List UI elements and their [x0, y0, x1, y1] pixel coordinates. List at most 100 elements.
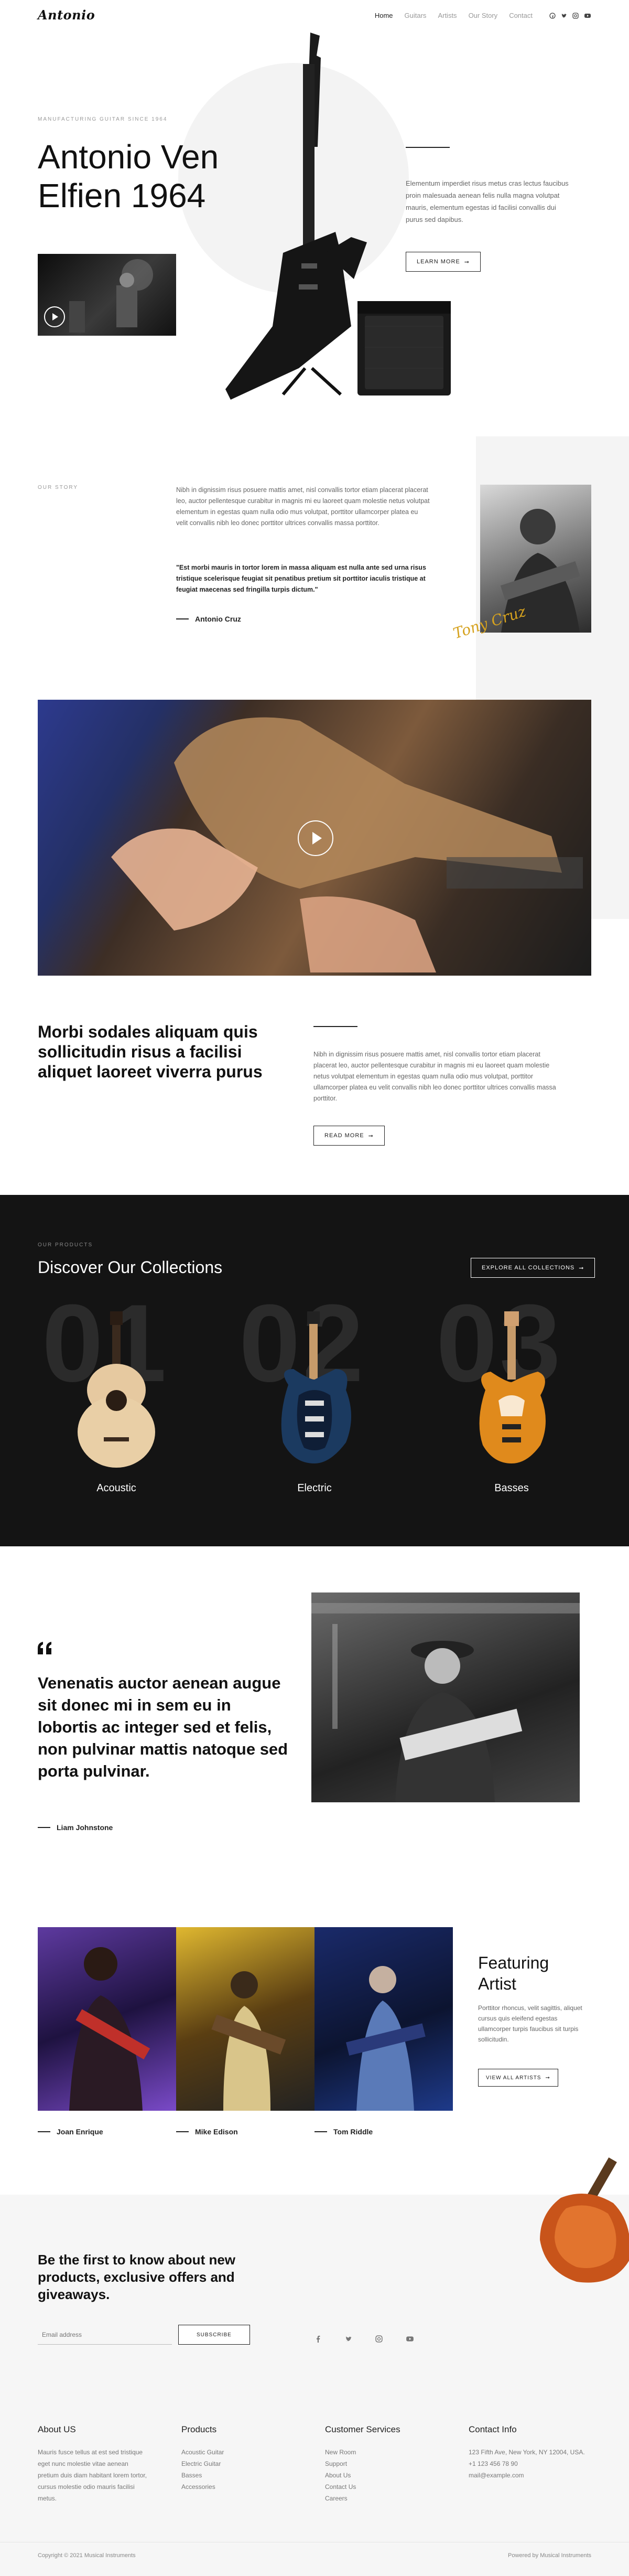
intro-divider [313, 1026, 357, 1027]
newsletter-title: Be the first to know about new products,… [38, 2252, 236, 2302]
hero-eyebrow: Manufacturing Guitar Since 1964 [38, 116, 168, 122]
read-more-label: Read More [324, 1132, 364, 1139]
explore-label: Explore All Collections [482, 1265, 575, 1271]
story-text: Nibh in dignissim risus posuere mattis a… [176, 486, 430, 527]
instagram-icon[interactable] [375, 2335, 383, 2343]
hero-title: Antonio Ven Elfien 1964 [38, 137, 219, 215]
footer-col-contact: Contact Info 123 Fifth Ave, New York, NY… [469, 2424, 589, 2481]
story-quote: "Est morbi mauris in tortor lorem in mas… [176, 564, 426, 593]
footer-contact-title: Contact Info [469, 2424, 517, 2434]
arrow-right-icon: ➞ [464, 259, 470, 265]
footer-phone[interactable]: +1 123 456 78 90 [469, 2458, 589, 2470]
footer-about-title: About US [38, 2424, 76, 2434]
footer-products-title: Products [181, 2424, 217, 2434]
featuring-title-line2: Artist [478, 1974, 516, 1993]
explore-collections-button[interactable]: Explore All Collections ➞ [471, 1258, 595, 1278]
footer-services-title: Customer Services [325, 2424, 400, 2434]
workshop-video[interactable] [38, 700, 591, 976]
main-nav: Home Guitars Artists Our Story Contact [375, 12, 591, 19]
artist-name-3[interactable]: Tom Riddle [314, 2128, 373, 2136]
arrow-right-icon: ➞ [545, 2075, 550, 2081]
artist-photo-joan-enrique[interactable] [38, 1927, 176, 2111]
hero-video-thumbnail[interactable] [38, 254, 176, 336]
header-social [549, 12, 591, 19]
footer-link[interactable]: Accessories [181, 2481, 224, 2493]
play-icon [52, 313, 58, 320]
featuring-text: Porttitor rhoncus, velit sagittis, aliqu… [478, 2004, 582, 2043]
orange-guitar-image [540, 2157, 629, 2283]
testimonial-author: Liam Johnstone [38, 1823, 113, 1832]
footer-link[interactable]: Contact Us [325, 2481, 400, 2493]
artist-name-label: Tom Riddle [333, 2128, 373, 2136]
testimonial-quote: Venenatis auctor aenean augue sit donec … [38, 1674, 288, 1780]
footer-social [314, 2335, 414, 2343]
twitter-icon[interactable] [561, 13, 567, 19]
footer-about-text: Mauris fusce tellus at est sed tristique… [38, 2449, 147, 2502]
youtube-icon[interactable] [406, 2335, 414, 2343]
acoustic-guitar-image[interactable] [59, 1311, 174, 1469]
featuring-title-line1: Featuring [478, 1953, 549, 1972]
collection-label-electric[interactable]: Electric [246, 1482, 383, 1494]
nav-our-story[interactable]: Our Story [469, 12, 498, 19]
footer-link[interactable]: Acoustic Guitar [181, 2446, 224, 2458]
hero-play-button[interactable] [44, 306, 65, 327]
testimonial-author-name: Liam Johnstone [57, 1823, 113, 1832]
electric-guitar-image[interactable] [257, 1311, 372, 1469]
footer-col-about: About US Mauris fusce tellus at est sed … [38, 2424, 148, 2504]
footer-address: 123 Fifth Ave, New York, NY 12004, USA. [469, 2449, 585, 2456]
copyright: Copyright © 2021 Musical Instruments [38, 2552, 136, 2559]
learn-more-button[interactable]: Learn More ➞ [406, 252, 481, 272]
artists-photos [38, 1927, 453, 2111]
footer-link[interactable]: Electric Guitar [181, 2458, 224, 2470]
collections-eyebrow: Our Products [38, 1242, 93, 1248]
footer-email[interactable]: mail@example.com [469, 2470, 589, 2481]
arrow-right-icon: ➞ [368, 1132, 374, 1139]
artist-name-label: Joan Enrique [57, 2128, 103, 2136]
artist-photo-mike-edison[interactable] [176, 1927, 314, 2111]
footer-link[interactable]: New Room [325, 2446, 400, 2458]
artist-name-1[interactable]: Joan Enrique [38, 2128, 103, 2136]
collection-label-acoustic[interactable]: Acoustic [48, 1482, 185, 1494]
intro-title: Morbi sodales aliquam quis sollicitudin … [38, 1022, 263, 1081]
learn-more-label: Learn More [417, 259, 460, 265]
bass-guitar-image[interactable] [454, 1311, 569, 1469]
facebook-icon[interactable] [314, 2335, 322, 2343]
hero-divider [406, 147, 450, 148]
testimonial-photo [311, 1592, 580, 1802]
artist-photo-tom-riddle[interactable] [314, 1927, 453, 2111]
footer-link[interactable]: About Us [325, 2470, 400, 2481]
youtube-icon[interactable] [584, 13, 591, 19]
footer-link[interactable]: Basses [181, 2470, 224, 2481]
view-all-artists-button[interactable]: View All Artists ➞ [478, 2069, 558, 2087]
footer-link[interactable]: Support [325, 2458, 400, 2470]
facebook-icon[interactable] [549, 12, 556, 19]
site-logo[interactable]: Antonio [38, 7, 95, 23]
story-author: Antonio Cruz [176, 615, 241, 623]
collections-title: Discover Our Collections [38, 1258, 223, 1277]
footer-col-products: Products Acoustic Guitar Electric Guitar… [181, 2424, 224, 2493]
artist-name-label: Mike Edison [195, 2128, 238, 2136]
twitter-icon[interactable] [345, 2335, 352, 2343]
nav-guitars[interactable]: Guitars [405, 12, 427, 19]
read-more-button[interactable]: Read More ➞ [313, 1126, 385, 1146]
nav-contact[interactable]: Contact [509, 12, 533, 19]
intro-text: Nibh in dignissim risus posuere mattis a… [313, 1051, 556, 1102]
artist-name-2[interactable]: Mike Edison [176, 2128, 238, 2136]
view-all-artists-label: View All Artists [486, 2075, 541, 2081]
nav-home[interactable]: Home [375, 12, 393, 19]
hero-title-line2: Elfien 1964 [38, 177, 206, 215]
featuring-title: Featuring Artist [478, 1952, 549, 1994]
play-icon [312, 832, 322, 845]
quote-icon [38, 1642, 51, 1654]
instagram-icon[interactable] [572, 12, 579, 19]
nav-artists[interactable]: Artists [438, 12, 457, 19]
story-author-name: Antonio Cruz [195, 615, 241, 623]
collection-label-basses[interactable]: Basses [443, 1482, 580, 1494]
story-eyebrow: Our Story [38, 485, 79, 490]
video-play-button[interactable] [298, 820, 333, 856]
email-input[interactable] [38, 2325, 172, 2345]
hero-text: Elementum imperdiet risus metus cras lec… [406, 179, 569, 223]
subscribe-button[interactable]: Subscribe [178, 2325, 250, 2345]
hero-title-line1: Antonio Ven [38, 138, 219, 176]
footer-link[interactable]: Careers [325, 2493, 400, 2504]
